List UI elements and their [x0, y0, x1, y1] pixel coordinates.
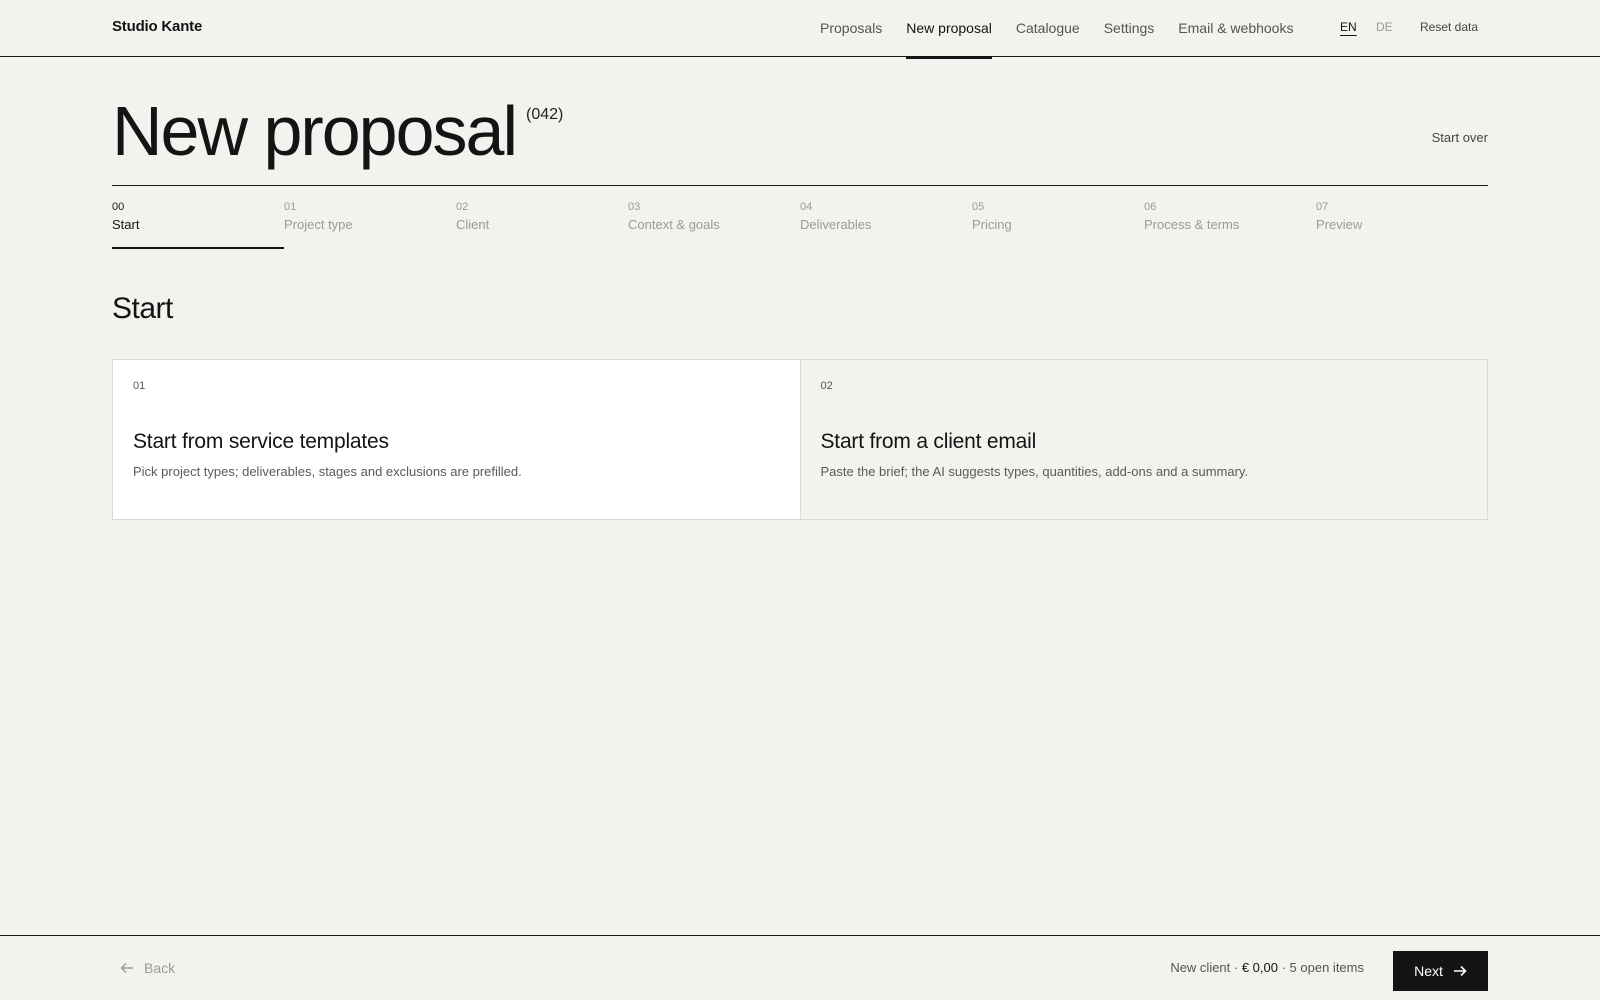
step-label: Deliverables — [800, 217, 872, 232]
step-preview[interactable]: 07 Preview — [1316, 187, 1488, 249]
back-label: Back — [144, 960, 176, 976]
step-number: 02 — [456, 201, 469, 213]
page-title: New proposal — [112, 92, 518, 170]
arrow-left-icon — [120, 963, 133, 973]
option-client-email[interactable]: 02 Start from a client email Paste the b… — [801, 360, 1488, 519]
summary-amount: € 0,00 — [1241, 960, 1278, 975]
step-number: 06 — [1144, 201, 1157, 213]
arrow-right-icon — [1453, 965, 1467, 977]
proposal-number: (042) — [526, 106, 564, 123]
main-nav: Proposals New proposal Catalogue Setting… — [820, 0, 1317, 59]
start-over-button[interactable]: Start over — [1432, 130, 1488, 145]
wizard-stepper: 00 Start 01 Project type 02 Client 03 Co… — [112, 187, 1488, 249]
summary-prefix: New client · — [1170, 960, 1242, 975]
language-de-toggle[interactable]: DE — [1376, 20, 1393, 34]
step-label: Client — [456, 217, 490, 232]
start-options: 01 Start from service templates Pick pro… — [112, 359, 1488, 520]
step-pricing[interactable]: 05 Pricing — [972, 187, 1144, 249]
top-bar: Studio Kante Proposals New proposal Cata… — [0, 0, 1600, 59]
step-number: 07 — [1316, 201, 1329, 213]
next-button[interactable]: Next — [1393, 951, 1488, 991]
section-title: Start — [112, 292, 173, 325]
step-label: Start — [112, 217, 140, 232]
nav-item-email-webhooks[interactable]: Email & webhooks — [1178, 0, 1293, 57]
step-label: Process & terms — [1144, 217, 1240, 232]
reset-data-button[interactable]: Reset data — [1420, 20, 1478, 34]
step-process-terms[interactable]: 06 Process & terms — [1144, 187, 1316, 249]
summary-suffix: · 5 open items — [1278, 960, 1364, 975]
step-start[interactable]: 00 Start — [112, 187, 284, 249]
language-en-toggle[interactable]: EN — [1340, 20, 1357, 34]
option-title: Start from service templates — [133, 430, 389, 453]
footer-bar: Back New client · € 0,00 · 5 open items … — [0, 935, 1600, 1000]
brand-logo[interactable]: Studio Kante — [112, 18, 202, 35]
option-title: Start from a client email — [820, 430, 1037, 453]
nav-item-new-proposal[interactable]: New proposal — [906, 0, 992, 59]
step-number: 03 — [628, 201, 641, 213]
nav-item-proposals[interactable]: Proposals — [820, 0, 882, 57]
option-description: Pick project types; deliverables, stages… — [133, 464, 522, 479]
option-number: 02 — [820, 380, 833, 392]
page-header: New proposal (042) Start over — [112, 86, 1488, 186]
step-deliverables[interactable]: 04 Deliverables — [800, 187, 972, 249]
step-project-type[interactable]: 01 Project type — [284, 187, 456, 249]
step-label: Project type — [284, 217, 353, 232]
step-number: 01 — [284, 201, 297, 213]
next-label: Next — [1414, 963, 1443, 979]
step-number: 04 — [800, 201, 813, 213]
option-description: Paste the brief; the AI suggests types, … — [820, 464, 1249, 479]
step-client[interactable]: 02 Client — [456, 187, 628, 249]
step-number: 00 — [112, 201, 125, 213]
nav-item-catalogue[interactable]: Catalogue — [1016, 0, 1080, 57]
step-label: Pricing — [972, 217, 1012, 232]
step-label: Context & goals — [628, 217, 720, 232]
proposal-summary: New client · € 0,00 · 5 open items — [1170, 960, 1364, 975]
step-label: Preview — [1316, 217, 1363, 232]
back-button[interactable]: Back — [120, 960, 175, 976]
option-number: 01 — [133, 380, 146, 392]
step-number: 05 — [972, 201, 985, 213]
step-context-goals[interactable]: 03 Context & goals — [628, 187, 800, 249]
nav-item-settings[interactable]: Settings — [1104, 0, 1155, 57]
option-service-templates[interactable]: 01 Start from service templates Pick pro… — [113, 360, 801, 519]
